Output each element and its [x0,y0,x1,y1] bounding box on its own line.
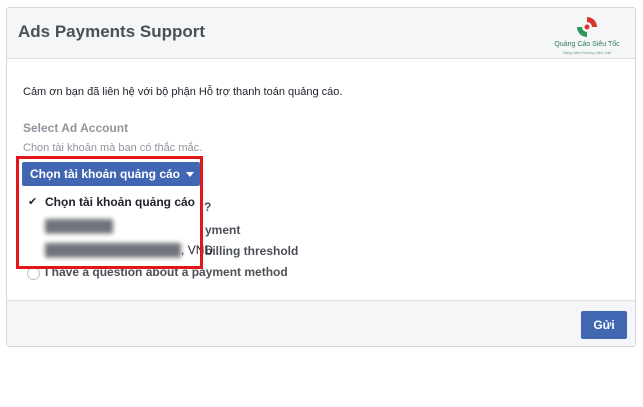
question-payment-partial: yment [205,223,241,237]
intro-text: Cảm ơn bạn đã liên hệ với bộ phận Hỗ trợ… [23,86,343,98]
logo-swirl-icon [577,17,597,37]
submit-button[interactable]: Gửi [581,311,627,339]
highlight-box [16,156,203,269]
section-label: Select Ad Account [23,121,129,135]
question-billing-partial: billing threshold [205,244,299,258]
page-title: Ads Payments Support [18,22,206,41]
hint-text: Chọn tài khoản mà ban có thắc mắc. [23,142,203,154]
logo-subtext: Nâng tầm thương hiệu Việt [562,50,612,55]
brand-logo: Quảng Cáo Siêu Tốc Nâng tầm thương hiệu … [547,14,627,58]
logo-text: Quảng Cáo Siêu Tốc [554,41,620,48]
card-footer: Gửi [7,300,635,346]
card-header: Ads Payments Support Quảng Cáo Siêu Tốc … [7,8,635,59]
question-mark-text: ? [204,200,212,214]
